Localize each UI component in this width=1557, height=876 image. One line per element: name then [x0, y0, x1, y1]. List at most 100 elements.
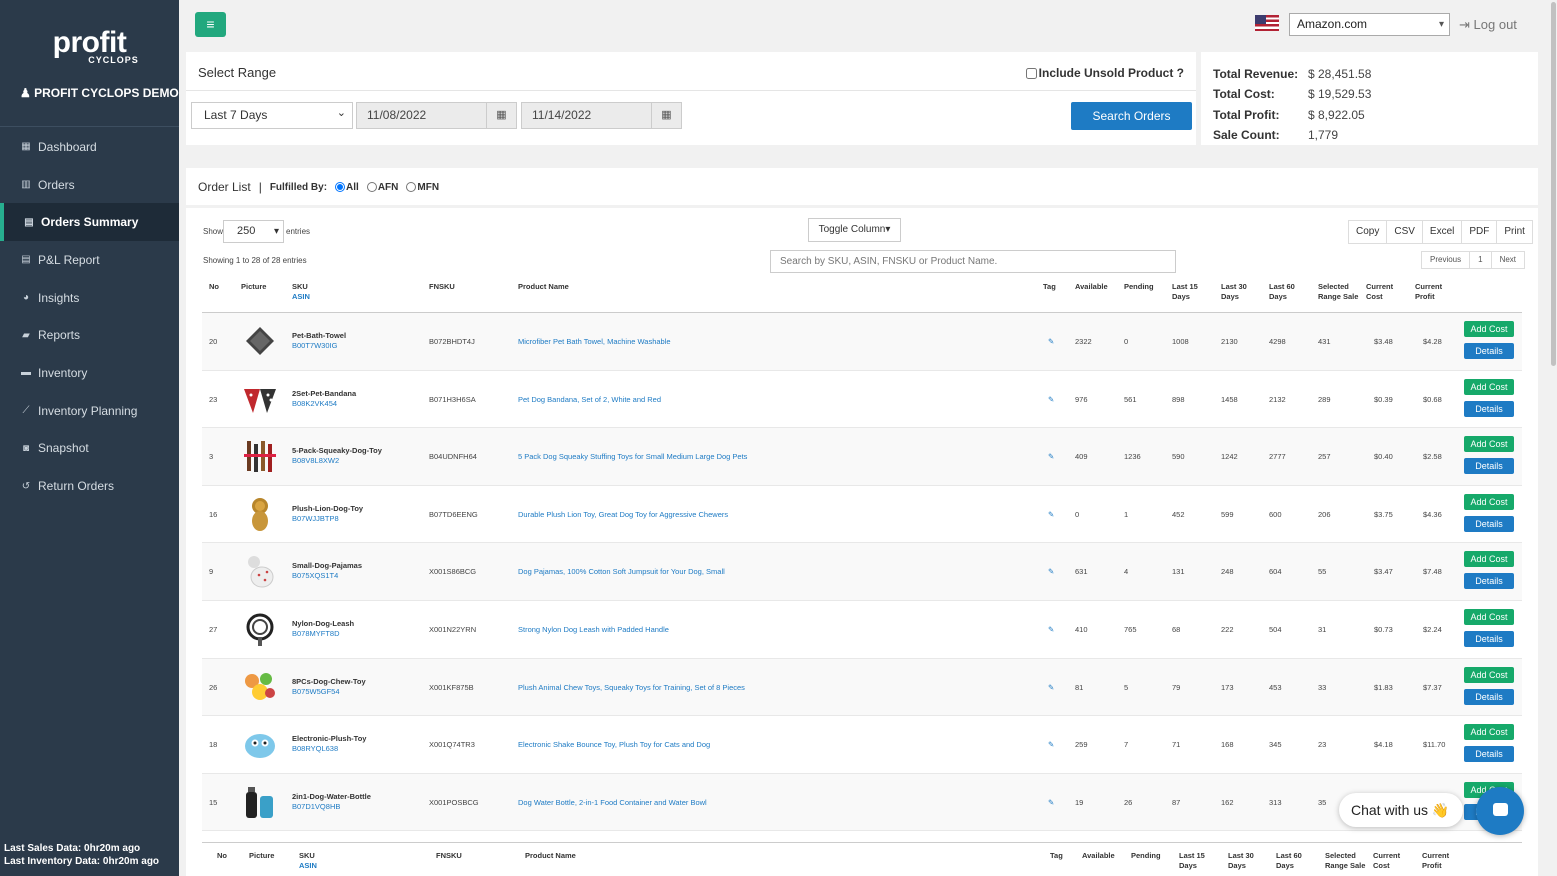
entries-length-select[interactable]: 250: [223, 220, 284, 243]
details-button[interactable]: Details: [1464, 458, 1514, 475]
col-last-60[interactable]: Last 60 Days: [1269, 282, 1295, 302]
chat-bubble-icon[interactable]: [1476, 787, 1524, 835]
row-asin-link[interactable]: B00T7W30IG: [292, 341, 337, 351]
app-logo[interactable]: profit CYCLOPS: [0, 28, 179, 68]
pdf-button[interactable]: PDF: [1462, 221, 1498, 243]
sidebar-item-snapshot[interactable]: ◙ Snapshot: [0, 430, 179, 468]
sidebar-item-inventory-planning[interactable]: ⟋ Inventory Planning: [0, 392, 179, 430]
tag-edit-icon[interactable]: ✎: [1048, 510, 1054, 520]
previous-page-button[interactable]: Previous: [1422, 252, 1471, 268]
table-search-input[interactable]: Search by SKU, ASIN, FNSKU or Product Na…: [770, 250, 1176, 273]
row-product-name-link[interactable]: Dog Water Bottle, 2-in-1 Food Container …: [518, 798, 707, 808]
include-unsold-toggle[interactable]: Include Unsold Product ?: [1025, 66, 1184, 80]
details-button[interactable]: Details: [1464, 515, 1514, 532]
sidebar-item-reports[interactable]: ▰ Reports: [0, 316, 179, 354]
fulfilled-all-option[interactable]: All: [333, 182, 359, 193]
details-button[interactable]: Details: [1464, 400, 1514, 417]
col-last-30[interactable]: Last 30 Days: [1221, 282, 1247, 302]
copy-button[interactable]: Copy: [1349, 221, 1388, 243]
tag-edit-icon[interactable]: ✎: [1048, 567, 1054, 577]
fulfilled-mfn-radio[interactable]: [406, 182, 417, 192]
chat-widget-label[interactable]: Chat with us 👋: [1339, 793, 1463, 827]
include-unsold-checkbox[interactable]: [1025, 67, 1037, 79]
details-button[interactable]: Details: [1464, 631, 1514, 647]
row-asin-link[interactable]: B08RYQL638: [292, 744, 338, 754]
row-asin-link[interactable]: B08V8L8XW2: [292, 456, 339, 466]
add-cost-button[interactable]: Add Cost: [1464, 666, 1514, 683]
search-orders-button[interactable]: Search Orders: [1071, 102, 1192, 130]
csv-button[interactable]: CSV: [1387, 221, 1423, 243]
col-no[interactable]: No: [209, 282, 219, 292]
row-asin-link[interactable]: B075W5GF54: [292, 687, 340, 697]
row-sku: 8PCs-Dog-Chew-Toy: [292, 676, 366, 686]
col-selected-range[interactable]: Selected Range Sale: [1318, 282, 1358, 302]
sidebar-item-orders-summary[interactable]: ▤ Orders Summary: [0, 203, 179, 242]
row-product-name-link[interactable]: Electronic Shake Bounce Toy, Plush Toy f…: [518, 740, 710, 750]
col-current-profit[interactable]: Current Profit: [1415, 282, 1442, 302]
col-available[interactable]: Available: [1075, 282, 1108, 292]
row-fnsku: X001Q74TR3: [429, 740, 475, 750]
row-product-name-link[interactable]: Microfiber Pet Bath Towel, Machine Washa…: [518, 337, 671, 347]
excel-button[interactable]: Excel: [1423, 221, 1463, 243]
page-scrollbar[interactable]: [1550, 0, 1557, 876]
row-product-name-link[interactable]: Pet Dog Bandana, Set of 2, White and Red: [518, 395, 661, 405]
add-cost-button[interactable]: Add Cost: [1464, 378, 1514, 395]
fulfilled-mfn-option[interactable]: MFN: [404, 182, 439, 193]
logout-link[interactable]: ⇥ Log out: [1459, 17, 1517, 33]
end-date-input[interactable]: 11/14/2022: [521, 102, 652, 129]
add-cost-button[interactable]: Add Cost: [1464, 551, 1514, 568]
tag-edit-icon[interactable]: ✎: [1048, 798, 1054, 808]
row-product-name-link[interactable]: Plush Animal Chew Toys, Squeaky Toys for…: [518, 683, 745, 693]
tag-edit-icon[interactable]: ✎: [1048, 740, 1054, 750]
page-1-button[interactable]: 1: [1470, 252, 1492, 268]
print-button[interactable]: Print: [1497, 221, 1532, 243]
col-pending[interactable]: Pending: [1124, 282, 1154, 292]
fulfilled-all-radio[interactable]: [335, 182, 346, 192]
details-button[interactable]: Details: [1464, 746, 1514, 763]
row-product-name-link[interactable]: Dog Pajamas, 100% Cotton Soft Jumpsuit f…: [518, 567, 725, 577]
row-asin-link[interactable]: B07WJJBTP8: [292, 514, 339, 524]
sidebar-item-dashboard[interactable]: ▦ Dashboard: [0, 128, 179, 166]
row-asin-link[interactable]: B07D1VQ8HB: [292, 802, 340, 812]
row-product-name-link[interactable]: Strong Nylon Dog Leash with Padded Handl…: [518, 625, 669, 635]
details-button[interactable]: Details: [1464, 343, 1514, 359]
menu-toggle-button[interactable]: ≡: [195, 12, 226, 37]
add-cost-button[interactable]: Add Cost: [1464, 609, 1514, 625]
calendar-icon[interactable]: ▦: [651, 102, 682, 129]
row-asin-link[interactable]: B08K2VK454: [292, 399, 337, 409]
sidebar-item-return-orders[interactable]: ↺ Return Orders: [0, 467, 179, 505]
details-button[interactable]: Details: [1464, 688, 1514, 705]
add-cost-button[interactable]: Add Cost: [1464, 724, 1514, 741]
col-sku[interactable]: SKU ASIN: [292, 282, 310, 302]
marketplace-select[interactable]: Amazon.com: [1289, 13, 1450, 36]
next-page-button[interactable]: Next: [1492, 252, 1524, 268]
sidebar-item-orders[interactable]: ▥ Orders: [0, 166, 179, 204]
start-date-input[interactable]: 11/08/2022: [356, 102, 487, 129]
add-cost-button[interactable]: Add Cost: [1464, 321, 1514, 337]
range-preset-select[interactable]: Last 7 Days ⌄: [191, 102, 353, 129]
details-button[interactable]: Details: [1464, 573, 1514, 590]
tag-edit-icon[interactable]: ✎: [1048, 395, 1054, 405]
sidebar-item-inventory[interactable]: ▬ Inventory: [0, 354, 179, 392]
add-cost-button[interactable]: Add Cost: [1464, 493, 1514, 510]
row-product-name-link[interactable]: Durable Plush Lion Toy, Great Dog Toy fo…: [518, 510, 728, 520]
calendar-icon[interactable]: ▦: [486, 102, 517, 129]
tag-edit-icon[interactable]: ✎: [1048, 337, 1054, 347]
col-fnsku[interactable]: FNSKU: [429, 282, 455, 292]
fulfilled-afn-option[interactable]: AFN: [365, 182, 398, 193]
toggle-column-button[interactable]: Toggle Column▾: [808, 218, 901, 242]
fulfilled-afn-radio[interactable]: [366, 182, 377, 192]
row-asin-link[interactable]: B075XQS1T4: [292, 571, 338, 581]
sidebar-item-insights[interactable]: ◕ Insights: [0, 279, 179, 317]
row-product-name-link[interactable]: 5 Pack Dog Squeaky Stuffing Toys for Sma…: [518, 452, 747, 462]
add-cost-button[interactable]: Add Cost: [1464, 436, 1514, 453]
col-product-name[interactable]: Product Name: [518, 282, 569, 292]
col-last-15[interactable]: Last 15 Days: [1172, 282, 1198, 302]
row-asin-link[interactable]: B078MYFT8D: [292, 629, 340, 639]
col-current-cost[interactable]: Current Cost: [1366, 282, 1393, 302]
scrollbar-thumb[interactable]: [1551, 2, 1556, 366]
sidebar-item-p-l-report[interactable]: ▤ P&L Report: [0, 241, 179, 279]
tag-edit-icon[interactable]: ✎: [1048, 683, 1054, 693]
tag-edit-icon[interactable]: ✎: [1048, 625, 1054, 635]
tag-edit-icon[interactable]: ✎: [1048, 452, 1054, 462]
